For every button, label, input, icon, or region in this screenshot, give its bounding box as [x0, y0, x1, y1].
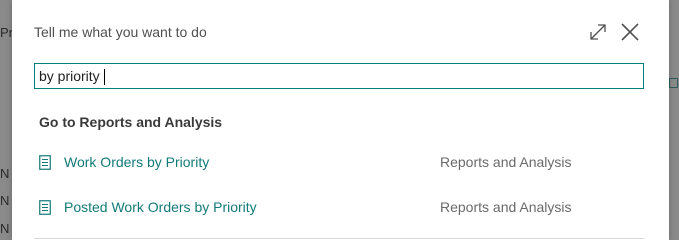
report-icon: [39, 155, 51, 170]
result-item-work-orders-by-priority[interactable]: Work Orders by Priority Reports and Anal…: [34, 150, 634, 176]
result-label: Work Orders by Priority: [64, 154, 210, 170]
background-page-right: [669, 0, 679, 240]
report-icon: [39, 200, 51, 215]
result-category: Reports and Analysis: [440, 154, 572, 170]
document-icon: [669, 78, 678, 88]
tell-me-dialog: Tell me what you want to do Go to Report…: [12, 0, 669, 240]
divider: [34, 238, 644, 239]
background-page-left: Pr N N N: [0, 0, 13, 240]
close-button[interactable]: [619, 21, 641, 43]
text-caret: [104, 69, 105, 85]
background-text: N: [0, 221, 10, 236]
result-item-posted-work-orders-by-priority[interactable]: Posted Work Orders by Priority Reports a…: [34, 195, 634, 221]
background-text: N: [0, 193, 10, 208]
background-text: N: [0, 166, 10, 181]
dialog-title: Tell me what you want to do: [34, 24, 207, 40]
result-category: Reports and Analysis: [440, 199, 572, 215]
search-input[interactable]: [34, 63, 644, 89]
expand-icon: [590, 24, 606, 40]
result-label: Posted Work Orders by Priority: [64, 199, 257, 215]
results-group-heading: Go to Reports and Analysis: [39, 114, 223, 130]
expand-button[interactable]: [588, 22, 608, 42]
close-icon: [621, 23, 639, 41]
